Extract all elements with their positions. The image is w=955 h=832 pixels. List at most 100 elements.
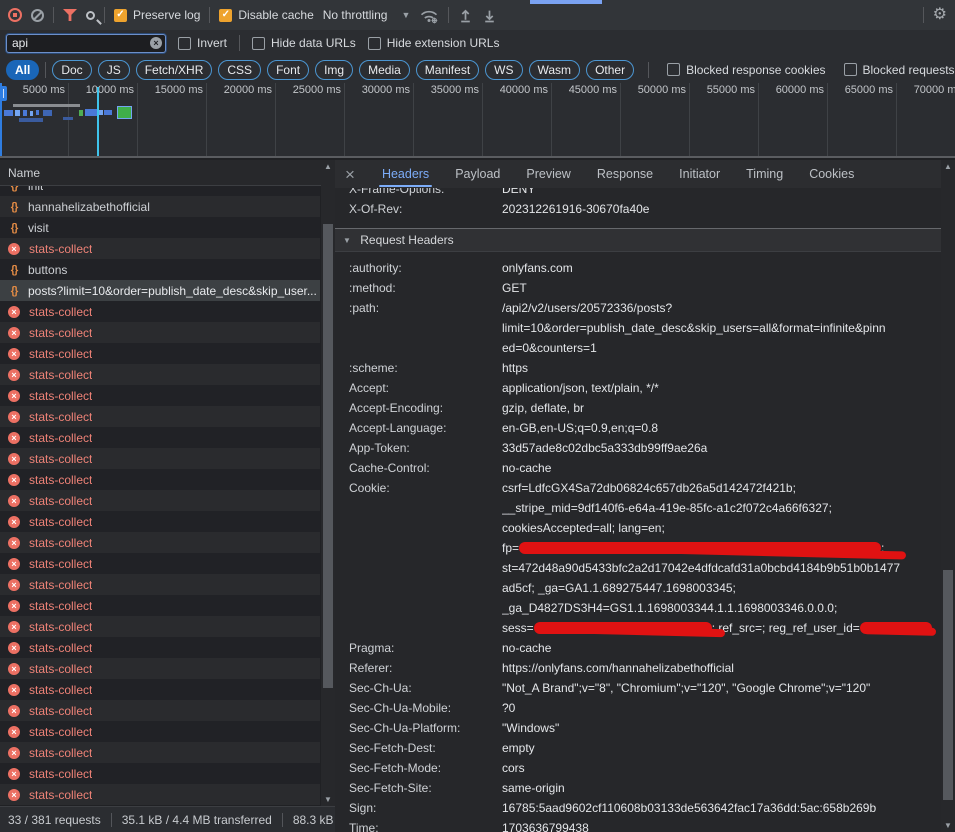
hide-data-urls-checkbox[interactable]: Hide data URLs	[252, 36, 356, 50]
checkbox-box	[667, 63, 680, 76]
import-har-icon[interactable]	[458, 8, 473, 23]
request-row[interactable]: ×stats-collect	[0, 700, 320, 721]
request-row[interactable]: ×stats-collect	[0, 364, 320, 385]
request-row[interactable]: ×stats-collect	[0, 616, 320, 637]
checkbox-check-icon: ✓	[219, 9, 232, 22]
tab-response[interactable]: Response	[584, 160, 666, 188]
filter-chip-fetch-xhr[interactable]: Fetch/XHR	[136, 60, 213, 80]
clear-icon[interactable]	[31, 9, 44, 22]
request-row[interactable]: ×stats-collect	[0, 721, 320, 742]
request-list-scrollbar[interactable]: ▲ ▼	[321, 160, 335, 806]
filter-chip-js[interactable]: JS	[98, 60, 130, 80]
request-row[interactable]: ×stats-collect	[0, 322, 320, 343]
record-icon[interactable]	[8, 8, 22, 22]
request-row[interactable]: ×stats-collect	[0, 658, 320, 679]
tab-preview[interactable]: Preview	[513, 160, 583, 188]
details-tab-bar: × HeadersPayloadPreviewResponseInitiator…	[335, 160, 955, 188]
header-row: Accept:application/json, text/plain, */*	[335, 378, 941, 398]
search-icon[interactable]	[86, 11, 95, 20]
network-conditions-icon[interactable]	[419, 7, 439, 24]
request-row[interactable]: ×stats-collect	[0, 679, 320, 700]
timeline-range-handle[interactable]	[0, 86, 7, 101]
invert-checkbox[interactable]: Invert	[178, 36, 227, 50]
tab-cookies[interactable]: Cookies	[796, 160, 867, 188]
header-row: Sec-Fetch-Site:same-origin	[335, 778, 941, 798]
request-row[interactable]: {}init	[0, 186, 320, 196]
scroll-up-icon[interactable]: ▲	[321, 160, 335, 173]
request-row[interactable]: ×stats-collect	[0, 427, 320, 448]
header-value: 202312261916-30670fa40e	[502, 199, 941, 219]
tab-payload[interactable]: Payload	[442, 160, 513, 188]
request-row[interactable]: ×stats-collect	[0, 763, 320, 784]
header-row: App-Token:33d57ade8c02dbc5a333db99ff9ae2…	[335, 438, 941, 458]
error-icon: ×	[8, 432, 20, 444]
scrollbar-thumb[interactable]	[323, 224, 333, 688]
filter-chip-ws[interactable]: WS	[485, 60, 522, 80]
request-headers-section[interactable]: ▼ Request Headers	[335, 228, 941, 252]
request-name: stats-collect	[29, 305, 92, 319]
blocked-requests-label: Blocked requests	[863, 63, 955, 77]
filter-chip-img[interactable]: Img	[315, 60, 353, 80]
filter-chip-doc[interactable]: Doc	[52, 60, 91, 80]
preserve-log-checkbox[interactable]: ✓ Preserve log	[114, 8, 200, 22]
filter-chip-media[interactable]: Media	[359, 60, 410, 80]
disable-cache-checkbox[interactable]: ✓ Disable cache	[219, 8, 313, 22]
timeline-overview[interactable]: 5000 ms10000 ms15000 ms20000 ms25000 ms3…	[0, 83, 955, 158]
filter-chip-wasm[interactable]: Wasm	[529, 60, 581, 80]
tab-timing[interactable]: Timing	[733, 160, 796, 188]
request-row[interactable]: {}buttons	[0, 259, 320, 280]
tab-initiator[interactable]: Initiator	[666, 160, 733, 188]
filter-chip-manifest[interactable]: Manifest	[416, 60, 479, 80]
close-icon[interactable]: ×	[345, 166, 355, 183]
filter-icon[interactable]	[63, 9, 77, 21]
scroll-down-icon[interactable]: ▼	[321, 793, 335, 806]
throttling-select[interactable]: No throttling ▼	[323, 8, 411, 22]
request-row[interactable]: ×stats-collect	[0, 595, 320, 616]
request-row[interactable]: ×stats-collect	[0, 448, 320, 469]
header-row: X-Of-Rev: 202312261916-30670fa40e	[335, 199, 941, 219]
request-name: stats-collect	[29, 725, 92, 739]
error-icon: ×	[8, 369, 20, 381]
request-row[interactable]: ×stats-collect	[0, 784, 320, 805]
header-value: DENY	[502, 188, 941, 199]
request-name: stats-collect	[29, 389, 92, 403]
hide-extension-urls-checkbox[interactable]: Hide extension URLs	[368, 36, 500, 50]
scroll-down-icon[interactable]: ▼	[941, 819, 955, 832]
request-row[interactable]: {}visit	[0, 217, 320, 238]
request-row[interactable]: ×stats-collect	[0, 343, 320, 364]
request-row[interactable]: {}hannahelizabethofficial	[0, 196, 320, 217]
request-row[interactable]: ×stats-collect	[0, 574, 320, 595]
filter-chip-all[interactable]: All	[6, 60, 39, 80]
timeline-waterfall	[0, 83, 955, 158]
request-row[interactable]: ×stats-collect	[0, 385, 320, 406]
details-scrollbar[interactable]: ▲ ▼	[941, 160, 955, 832]
name-column-header[interactable]: Name	[0, 160, 334, 186]
tab-headers[interactable]: Headers	[369, 160, 442, 188]
request-row[interactable]: ×stats-collect	[0, 511, 320, 532]
filter-chip-other[interactable]: Other	[586, 60, 634, 80]
request-row[interactable]: ×stats-collect	[0, 469, 320, 490]
request-row[interactable]: ×stats-collect	[0, 553, 320, 574]
request-row[interactable]: {}posts?limit=10&order=publish_date_desc…	[0, 280, 320, 301]
filter-input[interactable]	[6, 34, 166, 53]
error-icon: ×	[8, 411, 20, 423]
scroll-up-icon[interactable]: ▲	[941, 160, 955, 173]
blocked-requests-checkbox[interactable]: Blocked requests	[844, 63, 955, 77]
request-name: stats-collect	[29, 557, 92, 571]
request-details-panel: × HeadersPayloadPreviewResponseInitiator…	[335, 160, 955, 832]
request-row[interactable]: ×stats-collect	[0, 238, 320, 259]
blocked-response-cookies-checkbox[interactable]: Blocked response cookies	[667, 63, 825, 77]
request-row[interactable]: ×stats-collect	[0, 742, 320, 763]
settings-gear-icon[interactable]: ⚙	[933, 7, 947, 23]
scrollbar-thumb[interactable]	[943, 570, 953, 800]
request-row[interactable]: ×stats-collect	[0, 301, 320, 322]
request-row[interactable]: ×stats-collect	[0, 637, 320, 658]
filter-chip-font[interactable]: Font	[267, 60, 309, 80]
clear-filter-icon[interactable]: ×	[150, 37, 162, 49]
header-row: Sec-Fetch-Mode:cors	[335, 758, 941, 778]
request-row[interactable]: ×stats-collect	[0, 490, 320, 511]
request-row[interactable]: ×stats-collect	[0, 532, 320, 553]
request-row[interactable]: ×stats-collect	[0, 406, 320, 427]
export-har-icon[interactable]	[482, 8, 497, 23]
filter-chip-css[interactable]: CSS	[218, 60, 261, 80]
